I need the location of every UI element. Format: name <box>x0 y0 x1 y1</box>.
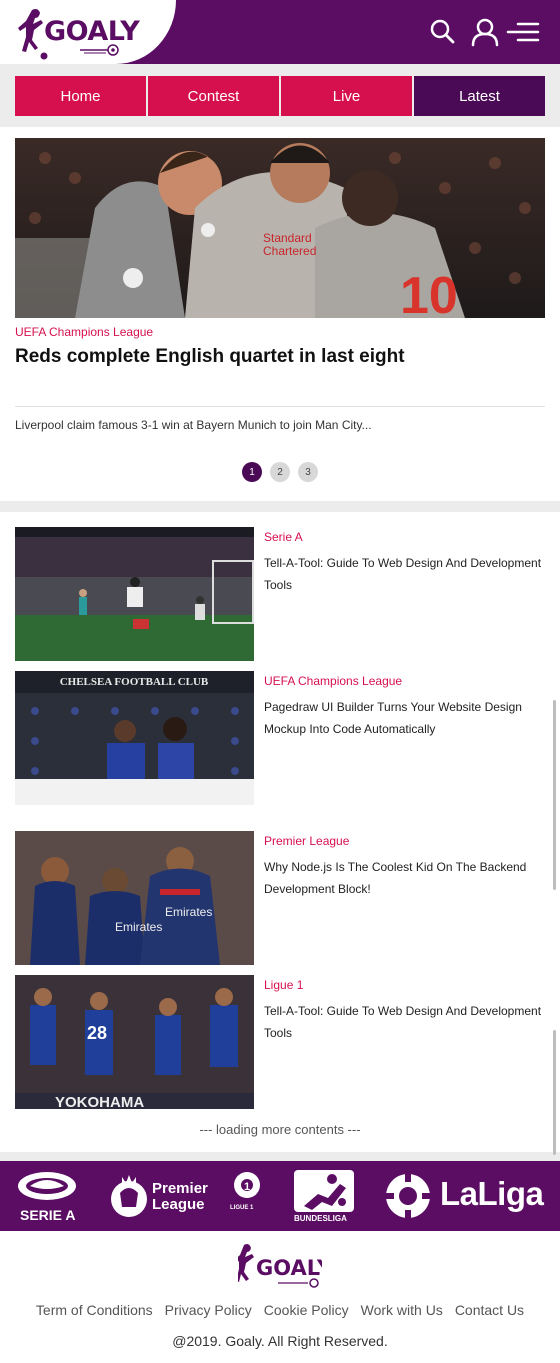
list-item[interactable]: Serie A Tell-A-Tool: Guide To Web Design… <box>15 527 545 661</box>
ligue-1-icon: 1 <box>234 1172 260 1198</box>
page-root: GOALY Home Contest Live Latest Standard … <box>0 0 560 1363</box>
svg-text:Standard: Standard <box>263 231 312 245</box>
top-header: GOALY <box>0 0 560 64</box>
news-title[interactable]: Why Node.js Is The Coolest Kid On The Ba… <box>264 856 546 900</box>
copyright-text: @2019. Goaly. All Right Reserved. <box>172 1333 388 1349</box>
news-category[interactable]: Ligue 1 <box>264 978 303 992</box>
news-thumbnail[interactable]: Emirates Emirates <box>15 831 254 965</box>
featured-story: Standard Chartered 10 UEFA Champions Lea… <box>0 127 560 501</box>
footer-links: Term of Conditions Privacy Policy Cookie… <box>0 1302 560 1318</box>
bundesliga-label: BUNDESLIGA <box>294 1214 347 1223</box>
news-thumbnail[interactable] <box>15 527 254 661</box>
carousel-pagination: 1 2 3 <box>0 462 560 482</box>
league-logos: SERIE A Premier League 1 LIGUE 1 BUNDESL… <box>0 1161 560 1231</box>
news-title[interactable]: Tell-A-Tool: Guide To Web Design And Dev… <box>264 1000 546 1044</box>
premier-label-1: Premier <box>152 1180 208 1197</box>
premier-lion-icon <box>111 1175 147 1217</box>
brand-logo-text: GOALY <box>44 16 140 47</box>
nav-live[interactable]: Live <box>281 76 412 116</box>
svg-text:28: 28 <box>87 1023 107 1043</box>
link-cookie[interactable]: Cookie Policy <box>264 1302 349 1318</box>
footer-logo-text: GOALY <box>256 1256 322 1280</box>
serie-a-label: SERIE A <box>20 1207 76 1223</box>
logo-area[interactable]: GOALY <box>0 0 176 64</box>
hero-photo[interactable]: Standard Chartered 10 <box>15 138 545 318</box>
list-item[interactable]: Emirates Emirates Premier League Why Nod… <box>15 831 545 965</box>
svg-text:1: 1 <box>244 1181 250 1193</box>
link-privacy[interactable]: Privacy Policy <box>165 1302 252 1318</box>
news-category[interactable]: Serie A <box>264 530 303 544</box>
news-thumbnail[interactable]: 28 YOKOHAMA <box>15 975 254 1109</box>
page-dot-3[interactable]: 3 <box>298 462 318 482</box>
logo-ball-icon <box>80 44 119 56</box>
link-work[interactable]: Work with Us <box>361 1302 443 1318</box>
svg-text:CHELSEA FOOTBALL CLUB: CHELSEA FOOTBALL CLUB <box>60 676 209 688</box>
user-icon[interactable] <box>468 16 502 48</box>
league-ligue-1[interactable]: 1 LIGUE 1 <box>228 1161 268 1231</box>
premier-label-2: League <box>152 1196 205 1213</box>
list-item[interactable]: CHELSEA FOOTBALL CLUB UEFA Champions Lea… <box>15 671 545 805</box>
bundesliga-icon <box>294 1170 354 1212</box>
svg-text:Emirates: Emirates <box>115 920 162 934</box>
svg-text:Chartered: Chartered <box>263 244 316 258</box>
laliga-label: LaLiga <box>440 1175 544 1212</box>
link-terms[interactable]: Term of Conditions <box>36 1302 153 1318</box>
nav-contest[interactable]: Contest <box>148 76 279 116</box>
footer-logo-icon[interactable]: GOALY <box>238 1241 322 1291</box>
menu-icon[interactable] <box>506 16 540 48</box>
svg-text:YOKOHAMA: YOKOHAMA <box>55 1094 144 1109</box>
news-category[interactable]: Premier League <box>264 834 349 848</box>
svg-text:Emirates: Emirates <box>165 905 212 919</box>
svg-text:10: 10 <box>400 267 458 318</box>
nav-latest[interactable]: Latest <box>414 76 545 116</box>
league-laliga[interactable]: LaLiga <box>382 1161 548 1231</box>
news-category[interactable]: UEFA Champions League <box>264 674 402 688</box>
divider <box>15 406 545 407</box>
hero-title[interactable]: Reds complete English quartet in last ei… <box>15 346 405 368</box>
scrollbar-thumb-secondary[interactable] <box>553 1030 556 1155</box>
news-list: Serie A Tell-A-Tool: Guide To Web Design… <box>0 512 560 1152</box>
laliga-icon <box>386 1174 430 1218</box>
main-nav: Home Contest Live Latest <box>15 76 545 116</box>
page-dot-1[interactable]: 1 <box>242 462 262 482</box>
league-serie-a[interactable]: SERIE A <box>14 1161 80 1231</box>
nav-home[interactable]: Home <box>15 76 146 116</box>
news-title[interactable]: Tell-A-Tool: Guide To Web Design And Dev… <box>264 552 546 596</box>
hero-category[interactable]: UEFA Champions League <box>15 325 153 339</box>
loading-indicator: --- loading more contents --- <box>199 1122 361 1137</box>
site-footer: GOALY Term of Conditions Privacy Policy … <box>0 1231 560 1363</box>
list-item[interactable]: 28 YOKOHAMA Ligue 1 Tell-A-Tool: Guide T… <box>15 975 545 1109</box>
hero-description: Liverpool claim famous 3-1 win at Bayern… <box>15 418 372 432</box>
search-icon[interactable] <box>426 16 460 48</box>
league-premier[interactable]: Premier League <box>106 1161 208 1231</box>
link-contact[interactable]: Contact Us <box>455 1302 524 1318</box>
page-dot-2[interactable]: 2 <box>270 462 290 482</box>
serie-a-icon <box>18 1172 76 1200</box>
scrollbar-thumb[interactable] <box>553 700 556 890</box>
league-bundesliga[interactable]: BUNDESLIGA <box>290 1161 360 1231</box>
news-title[interactable]: Pagedraw UI Builder Turns Your Website D… <box>264 696 546 740</box>
ligue-1-label: LIGUE 1 <box>230 1205 254 1211</box>
news-thumbnail[interactable]: CHELSEA FOOTBALL CLUB <box>15 671 254 805</box>
